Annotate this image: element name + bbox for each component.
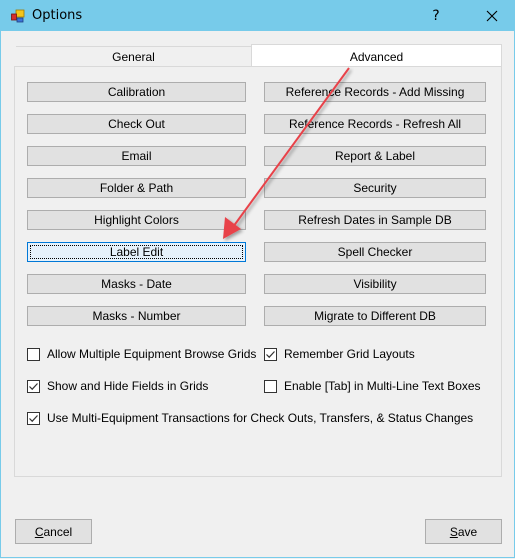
show-hide-fields-checkbox[interactable]: Show and Hide Fields in Grids xyxy=(27,379,208,393)
checkbox-box[interactable] xyxy=(27,379,40,393)
help-icon: ? xyxy=(432,8,440,24)
checkbox-box[interactable] xyxy=(264,379,277,393)
button-label: Reference Records - Refresh All xyxy=(288,117,462,131)
enable-tab-multiline-checkbox[interactable]: Enable [Tab] in Multi-Line Text Boxes xyxy=(264,379,481,393)
refresh-dates-sample-db-button[interactable]: Refresh Dates in Sample DB xyxy=(264,210,486,230)
checkmark-icon xyxy=(29,414,38,422)
button-label: Check Out xyxy=(108,117,165,131)
button-label: Visibility xyxy=(353,277,397,291)
button-label: Security xyxy=(353,181,397,195)
tab-advanced-label: Advanced xyxy=(349,49,404,64)
reference-records-refresh-all-button[interactable]: Reference Records - Refresh All xyxy=(264,114,486,134)
checkmark-icon xyxy=(266,350,275,358)
cancel-button[interactable]: Cancel xyxy=(15,519,92,544)
email-button[interactable]: Email xyxy=(27,146,246,166)
masks-number-button[interactable]: Masks - Number xyxy=(27,306,246,326)
button-label: Highlight Colors xyxy=(94,213,179,227)
tab-general[interactable]: General xyxy=(16,46,251,67)
reference-records-add-missing-button[interactable]: Reference Records - Add Missing xyxy=(264,82,486,102)
button-label: Spell Checker xyxy=(337,245,413,259)
window-title: Options xyxy=(32,8,83,23)
allow-multiple-browse-grids-checkbox[interactable]: Allow Multiple Equipment Browse Grids xyxy=(27,347,256,361)
checkbox-box[interactable] xyxy=(27,347,40,361)
checkbox-label: Enable [Tab] in Multi-Line Text Boxes xyxy=(284,379,481,393)
button-label: Label Edit xyxy=(109,245,164,259)
spell-checker-button[interactable]: Spell Checker xyxy=(264,242,486,262)
button-label: Folder & Path xyxy=(99,181,174,195)
highlight-colors-button[interactable]: Highlight Colors xyxy=(27,210,246,230)
options-app-icon xyxy=(11,9,25,23)
title-bar[interactable]: Options ? xyxy=(1,1,514,31)
masks-date-button[interactable]: Masks - Date xyxy=(27,274,246,294)
button-label: Reference Records - Add Missing xyxy=(285,85,465,99)
checkbox-label: Use Multi-Equipment Transactions for Che… xyxy=(47,411,474,425)
checkmark-icon xyxy=(29,382,38,390)
save-label: Save xyxy=(449,524,478,539)
button-label: Calibration xyxy=(107,85,166,99)
check-out-button[interactable]: Check Out xyxy=(27,114,246,134)
migrate-different-db-button[interactable]: Migrate to Different DB xyxy=(264,306,486,326)
tab-strip: General Advanced xyxy=(15,44,502,68)
multi-equipment-transactions-checkbox[interactable]: Use Multi-Equipment Transactions for Che… xyxy=(27,411,473,425)
button-label: Refresh Dates in Sample DB xyxy=(298,213,452,227)
folder-path-button[interactable]: Folder & Path xyxy=(27,178,246,198)
remember-grid-layouts-checkbox[interactable]: Remember Grid Layouts xyxy=(264,347,415,361)
cancel-label: Cancel xyxy=(34,524,73,539)
calibration-button[interactable]: Calibration xyxy=(27,82,246,102)
button-label: Migrate to Different DB xyxy=(314,309,436,323)
tab-advanced[interactable]: Advanced xyxy=(251,44,502,68)
tab-general-label: General xyxy=(112,50,155,64)
options-dialog: Options ? General Advanced Calibration C… xyxy=(0,0,515,558)
checkbox-box[interactable] xyxy=(264,347,277,361)
checkbox-label: Allow Multiple Equipment Browse Grids xyxy=(47,347,257,361)
security-button[interactable]: Security xyxy=(264,178,486,198)
button-label: Masks - Number xyxy=(92,309,181,323)
help-button[interactable]: ? xyxy=(421,1,451,31)
checkbox-box[interactable] xyxy=(27,411,40,425)
button-label: Email xyxy=(121,149,152,163)
close-icon xyxy=(486,10,498,22)
checkbox-label: Show and Hide Fields in Grids xyxy=(47,379,209,393)
close-button[interactable] xyxy=(469,1,515,31)
checkbox-label: Remember Grid Layouts xyxy=(284,347,415,361)
label-edit-button[interactable]: Label Edit xyxy=(27,242,246,262)
button-label: Report & Label xyxy=(334,149,416,163)
save-button[interactable]: Save xyxy=(425,519,502,544)
button-label: Masks - Date xyxy=(101,277,172,291)
report-label-button[interactable]: Report & Label xyxy=(264,146,486,166)
visibility-button[interactable]: Visibility xyxy=(264,274,486,294)
